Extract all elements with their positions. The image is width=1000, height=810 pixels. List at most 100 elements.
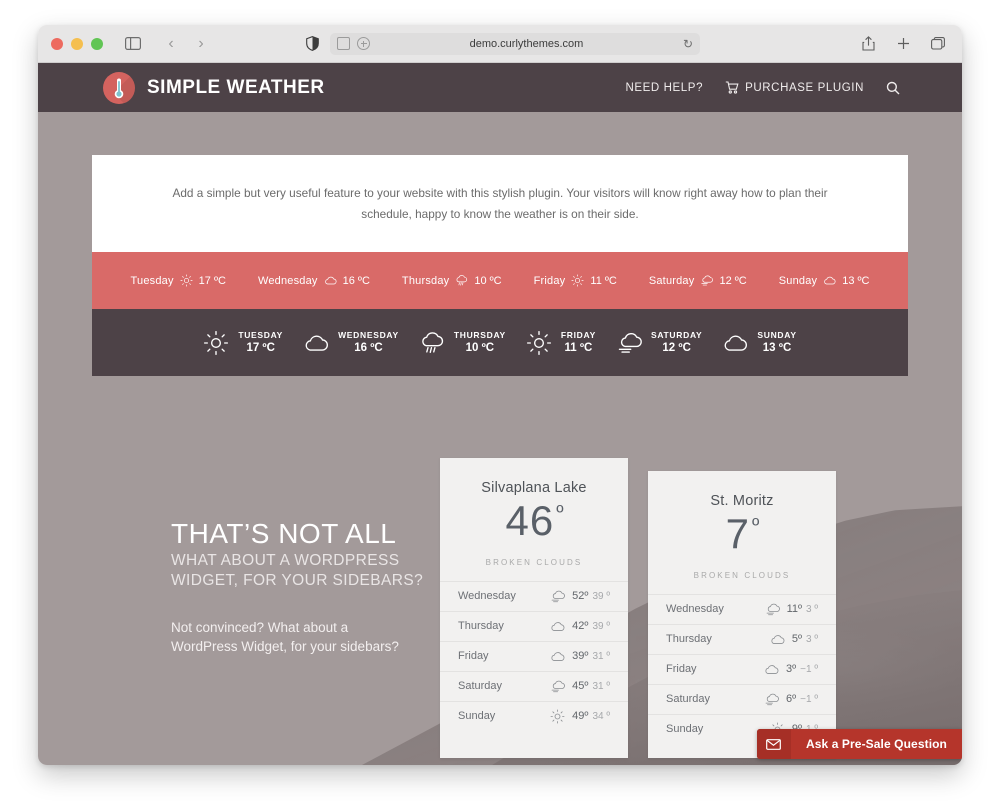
cloud-wind-icon (700, 274, 714, 287)
presale-button[interactable]: Ask a Pre-Sale Question (756, 729, 962, 759)
widget-forecast-low: 3 º (806, 633, 818, 645)
dark-forecast-text: SUNDAY 13 ºC (757, 330, 796, 355)
cart-icon (725, 81, 739, 94)
site-brand[interactable]: SIMPLE WEATHER (103, 71, 325, 104)
dark-forecast-temp: 12 ºC (662, 341, 691, 354)
window-controls (51, 37, 103, 50)
new-tab-button[interactable] (891, 32, 915, 56)
promo-body-line1: Not convinced? What about a (171, 619, 349, 635)
search-button[interactable] (886, 81, 900, 95)
tab-overview-icon[interactable] (926, 32, 950, 56)
inline-forecast-item: Sunday 13 ºC (779, 274, 870, 287)
dark-forecast-text: THURSDAY 10 ºC (454, 330, 506, 355)
inline-forecast-day: Saturday (648, 274, 695, 287)
dark-forecast-day: FRIDAY (560, 330, 596, 341)
widget-forecast-high: 5º (791, 633, 802, 646)
widget-city-name: St. Moritz (710, 493, 774, 509)
inline-forecast-item: Thursday 10 ºC (402, 274, 502, 287)
sun-icon (203, 330, 229, 356)
inline-forecast-item: Saturday 12 ºC (649, 274, 747, 287)
promo-body: Not convinced? What about a WordPress Wi… (171, 618, 451, 657)
widget-forecast-high: 52º (572, 590, 589, 603)
intro-panel: Add a simple but very useful feature to … (92, 155, 908, 253)
nav-item-need-help-label: NEED HELP? (625, 81, 704, 94)
nav-item-need-help[interactable]: NEED HELP? (625, 82, 703, 94)
nav-item-purchase-plugin-label: PURCHASE PLUGIN (745, 81, 864, 94)
back-chevron-icon: ‹ (168, 34, 174, 52)
cloud-wind-icon (765, 602, 780, 617)
widget-forecast-low: 31 º (592, 680, 610, 692)
envelope-icon (756, 729, 791, 759)
logo-circle (103, 71, 135, 104)
nav-arrows: ‹ › (159, 32, 213, 56)
dark-forecast-temp: 13 ºC (762, 341, 792, 354)
share-icon[interactable] (856, 32, 880, 56)
inline-forecast-temp: 13 ºC (842, 274, 870, 287)
widget-forecast-row: Friday 39º 31 º (440, 640, 628, 671)
promo-body-line2: WordPress Widget, for your sidebars? (171, 639, 399, 655)
zoom-window-button[interactable] (91, 37, 103, 50)
dark-forecast-day: TUESDAY (238, 330, 284, 341)
inline-forecast-day: Friday (533, 274, 566, 287)
shield-icon[interactable] (300, 32, 324, 56)
weather-widget-card: Silvaplana Lake 46 º BROKEN CLOUDS Wednesday… (440, 458, 628, 758)
widget-forecast-row: Wednesday 11º 3 º (648, 593, 836, 624)
dark-forecast-item: THURSDAY 10 ºC (419, 330, 506, 356)
widget-forecast-high: 6º (786, 693, 797, 706)
dark-forecast-day: SATURDAY (650, 330, 703, 341)
browser-window: ‹ › demo.curlythemes.com ↻ SIMPLE WEATHE… (38, 25, 962, 765)
url-text: demo.curlythemes.com (469, 37, 584, 50)
close-window-button[interactable] (51, 37, 63, 50)
forward-chevron-icon: › (198, 34, 204, 52)
widget-current-temp: 46 º (440, 496, 628, 546)
url-bar[interactable]: demo.curlythemes.com ↻ (330, 32, 700, 55)
widget-forecast-row: Thursday 5º 3 º (648, 623, 836, 654)
sidebar-toggle-icon[interactable] (121, 32, 145, 56)
page-zoom-icon[interactable] (357, 37, 370, 50)
widget-current-temp: 7º (648, 509, 836, 559)
cloud-wind-icon (550, 679, 566, 694)
inline-forecast-item: Tuesday 17 ºC (130, 274, 226, 287)
weather-widget-card: St. Moritz 7 º BROKEN CLOUDS Wednesday 11º 3 º… (648, 471, 836, 758)
dark-forecast-text: TUESDAY 17 ºC (238, 330, 283, 355)
widget-condition: BROKEN CLOUDS (485, 557, 583, 567)
widget-forecast-low: 31 º (592, 650, 610, 662)
dark-forecast-item: TUESDAY 17 ºC (203, 330, 283, 356)
widget-cards: Silvaplana Lake 46 º BROKEN CLOUDS Wednesday… (440, 458, 836, 758)
widget-forecast-row: Saturday 45º 31 º (440, 670, 628, 701)
dark-forecast-item: WEDNESDAY 16 ºC (303, 330, 399, 356)
search-icon (886, 81, 900, 95)
nav-item-purchase-plugin[interactable]: PURCHASE PLUGIN (725, 81, 864, 94)
reader-view-icon[interactable] (337, 37, 350, 50)
cloud-wind-icon (550, 589, 566, 604)
dark-forecast-item: SUNDAY 13 ºC (722, 330, 796, 356)
cloud-icon (550, 649, 565, 664)
widget-forecast-row: Wednesday 52º 39 º (440, 580, 628, 611)
cloud-icon (722, 330, 748, 356)
dark-forecast-temp: 16 ºC (354, 341, 383, 354)
widget-forecast-low: 39 º (592, 590, 610, 602)
widget-forecast-low: −1 º (800, 693, 818, 705)
reload-icon[interactable]: ↻ (683, 37, 693, 51)
promo-headline: THAT’S NOT ALL (171, 518, 397, 549)
widget-forecast-day: Wednesday (666, 603, 724, 616)
widget-forecast-high: 45º (572, 680, 589, 693)
inline-forecast-item: Wednesday 16 ºC (258, 274, 370, 287)
widget-forecast-high: 42º (572, 620, 589, 633)
inline-forecast-day: Sunday (778, 274, 818, 287)
dark-forecast-text: FRIDAY 11 ºC (561, 330, 596, 355)
forward-button[interactable]: › (189, 32, 213, 56)
sun-icon (550, 709, 565, 724)
widget-forecast-low: 3 º (806, 603, 818, 615)
back-button[interactable]: ‹ (159, 32, 183, 56)
dark-forecast-temp: 10 ºC (465, 341, 495, 354)
minimize-window-button[interactable] (71, 37, 83, 50)
widget-forecast-day: Sunday (458, 710, 496, 723)
widget-forecast-low: 39 º (592, 620, 610, 632)
widget-forecast-high: 3º (786, 663, 797, 676)
cloud-wind-icon (764, 692, 779, 707)
cloud-icon (764, 662, 779, 677)
dark-forecast-day: WEDNESDAY (338, 330, 399, 341)
dark-forecast-item: SATURDAY 12 ºC (616, 330, 702, 356)
address-area: demo.curlythemes.com ↻ (300, 32, 700, 56)
